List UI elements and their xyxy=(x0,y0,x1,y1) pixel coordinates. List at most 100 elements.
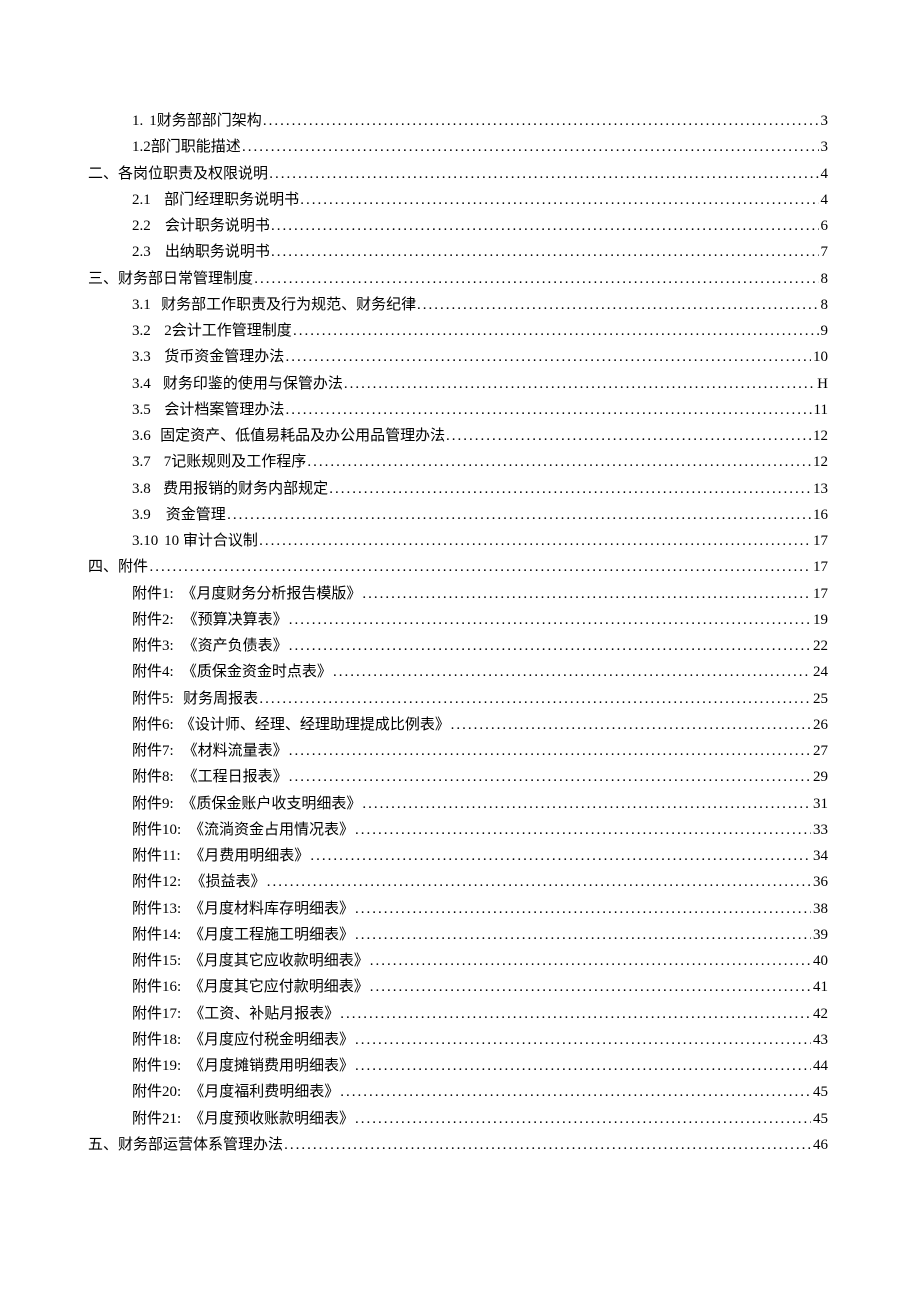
toc-entry[interactable]: 附件14:《月度工程施工明细表》39 xyxy=(88,922,828,948)
toc-leader-dots xyxy=(446,423,811,449)
toc-page-number: 36 xyxy=(811,869,828,895)
toc-entry[interactable]: 附件11:《月费用明细表》34 xyxy=(88,843,828,869)
toc-title: 《设计师、经理、经理助理提成比例表》 xyxy=(180,712,450,738)
toc-number: 附件3: xyxy=(132,633,174,659)
toc-entry[interactable]: 附件7:《材料流量表》27 xyxy=(88,738,828,764)
toc-number: 附件13: xyxy=(132,896,181,922)
toc-entry[interactable]: 附件18:《月度应付税金明细表》43 xyxy=(88,1027,828,1053)
toc-title: 《月度材料库存明细表》 xyxy=(189,896,354,922)
toc-title: 《质保金资金时点表》 xyxy=(182,659,332,685)
toc-page-number: 17 xyxy=(811,554,828,580)
toc-entry[interactable]: 3.5会计档案管理办法11 xyxy=(88,397,828,423)
toc-entry[interactable]: 3.1财务部工作职责及行为规范、财务纪律8 xyxy=(88,292,828,318)
toc-page-number: 12 xyxy=(811,423,828,449)
toc-title: 《月度摊销费用明细表》 xyxy=(189,1053,354,1079)
toc-entry[interactable]: 1.2部门职能描述3 xyxy=(88,134,828,160)
toc-leader-dots xyxy=(362,581,811,607)
toc-entry[interactable]: 3.8费用报销的财务内部规定13 xyxy=(88,476,828,502)
toc-title: 附件 xyxy=(118,554,148,580)
toc-number: 附件9: xyxy=(132,791,174,817)
toc-entry[interactable]: 附件3:《资产负债表》22 xyxy=(88,633,828,659)
toc-title: 《月度福利费明细表》 xyxy=(189,1079,339,1105)
toc-leader-dots xyxy=(329,476,811,502)
toc-number: 3.9 xyxy=(132,502,151,528)
toc-number: 3.7 xyxy=(132,449,151,475)
toc-entry[interactable]: 四、附件17 xyxy=(88,554,828,580)
toc-entry[interactable]: 2.3出纳职务说明书7 xyxy=(88,239,828,265)
toc-leader-dots xyxy=(289,764,811,790)
toc-number: 3.5 xyxy=(132,397,151,423)
toc-title: 《月度财务分析报告模版》 xyxy=(181,581,361,607)
toc-entry[interactable]: 1.1财务部部门架构3 xyxy=(88,108,828,134)
toc-leader-dots xyxy=(285,397,811,423)
toc-page-number: H xyxy=(815,371,828,397)
toc-title: 《月度应付税金明细表》 xyxy=(189,1027,354,1053)
toc-entry[interactable]: 附件12:《损益表》36 xyxy=(88,869,828,895)
toc-entry[interactable]: 附件5:财务周报表25 xyxy=(88,686,828,712)
toc-entry[interactable]: 附件2:《预算决算表》19 xyxy=(88,607,828,633)
toc-title: 《工程日报表》 xyxy=(183,764,288,790)
toc-page-number: 40 xyxy=(811,948,828,974)
toc-leader-dots xyxy=(254,266,818,292)
toc-entry[interactable]: 3.22会计工作管理制度9 xyxy=(88,318,828,344)
toc-title: 《流淌资金占用情况表》 xyxy=(189,817,354,843)
toc-entry[interactable]: 3.3货币资金管理办法10 xyxy=(88,344,828,370)
toc-entry[interactable]: 3.6固定资产、低值易耗品及办公用品管理办法12 xyxy=(88,423,828,449)
toc-leader-dots xyxy=(242,134,819,160)
toc-number: 附件4: xyxy=(132,659,174,685)
toc-entry[interactable]: 附件19:《月度摊销费用明细表》44 xyxy=(88,1053,828,1079)
toc-entry[interactable]: 附件10:《流淌资金占用情况表》33 xyxy=(88,817,828,843)
toc-page-number: 41 xyxy=(811,974,828,1000)
toc-leader-dots xyxy=(340,1079,811,1105)
toc-leader-dots xyxy=(370,974,811,1000)
toc-title: 出纳职务说明书 xyxy=(165,239,270,265)
toc-number: 附件15: xyxy=(132,948,181,974)
toc-entry[interactable]: 2.1部门经理职务说明书4 xyxy=(88,187,828,213)
toc-page-number: 12 xyxy=(811,449,828,475)
toc-title: 财务部日常管理制度 xyxy=(118,266,253,292)
table-of-contents: 1.1财务部部门架构31.2部门职能描述3二、各岗位职责及权限说明42.1部门经… xyxy=(88,108,828,1158)
toc-page-number: 31 xyxy=(811,791,828,817)
toc-entry[interactable]: 附件13:《月度材料库存明细表》38 xyxy=(88,896,828,922)
toc-number: 附件6: xyxy=(132,712,174,738)
toc-page-number: 11 xyxy=(812,397,828,423)
toc-entry[interactable]: 附件17:《工资、补贴月报表》42 xyxy=(88,1001,828,1027)
toc-title: 《材料流量表》 xyxy=(183,738,288,764)
toc-leader-dots xyxy=(451,712,811,738)
toc-title: 资金管理 xyxy=(166,502,226,528)
toc-entry[interactable]: 3.7 7记账规则及工作程序 12 xyxy=(88,449,828,475)
toc-entry[interactable]: 附件1: 《月度财务分析报告模版》 17 xyxy=(88,581,828,607)
toc-entry[interactable]: 附件21:《月度预收账款明细表》45 xyxy=(88,1106,828,1132)
toc-number: 附件11: xyxy=(132,843,181,869)
toc-number: 附件19: xyxy=(132,1053,181,1079)
toc-leader-dots xyxy=(310,843,811,869)
toc-entry[interactable]: 2.2会计职务说明书6 xyxy=(88,213,828,239)
toc-entry[interactable]: 三、财务部日常管理制度8 xyxy=(88,266,828,292)
toc-leader-dots xyxy=(370,948,811,974)
toc-number: 附件1: xyxy=(132,581,174,607)
toc-entry[interactable]: 附件20:《月度福利费明细表》45 xyxy=(88,1079,828,1105)
toc-leader-dots xyxy=(289,738,811,764)
toc-page-number: 17 xyxy=(811,581,828,607)
toc-entry[interactable]: 3.4财务印鉴的使用与保管办法H xyxy=(88,371,828,397)
toc-entry[interactable]: 二、各岗位职责及权限说明4 xyxy=(88,161,828,187)
toc-entry[interactable]: 附件15:《月度其它应收款明细表》40 xyxy=(88,948,828,974)
toc-number: 附件8: xyxy=(132,764,174,790)
toc-entry[interactable]: 附件9:《质保金账户收支明细表》31 xyxy=(88,791,828,817)
toc-title: 7记账规则及工作程序 xyxy=(164,449,307,475)
toc-entry[interactable]: 附件4:《质保金资金时点表》24 xyxy=(88,659,828,685)
toc-entry[interactable]: 3.1010 审计合议制17 xyxy=(88,528,828,554)
toc-entry[interactable]: 附件8:《工程日报表》29 xyxy=(88,764,828,790)
toc-entry[interactable]: 附件16:《月度其它应付款明细表》41 xyxy=(88,974,828,1000)
toc-entry[interactable]: 五、财务部运营体系管理办法46 xyxy=(88,1132,828,1158)
toc-entry[interactable]: 3.9资金管理16 xyxy=(88,502,828,528)
toc-number: 五、 xyxy=(88,1132,118,1158)
toc-leader-dots xyxy=(271,239,818,265)
toc-number: 附件5: xyxy=(132,686,174,712)
toc-page-number: 9 xyxy=(819,318,829,344)
toc-number: 附件17: xyxy=(132,1001,181,1027)
toc-leader-dots xyxy=(355,1106,811,1132)
toc-entry[interactable]: 附件6:《设计师、经理、经理助理提成比例表》26 xyxy=(88,712,828,738)
toc-leader-dots xyxy=(344,371,815,397)
toc-leader-dots xyxy=(259,528,811,554)
